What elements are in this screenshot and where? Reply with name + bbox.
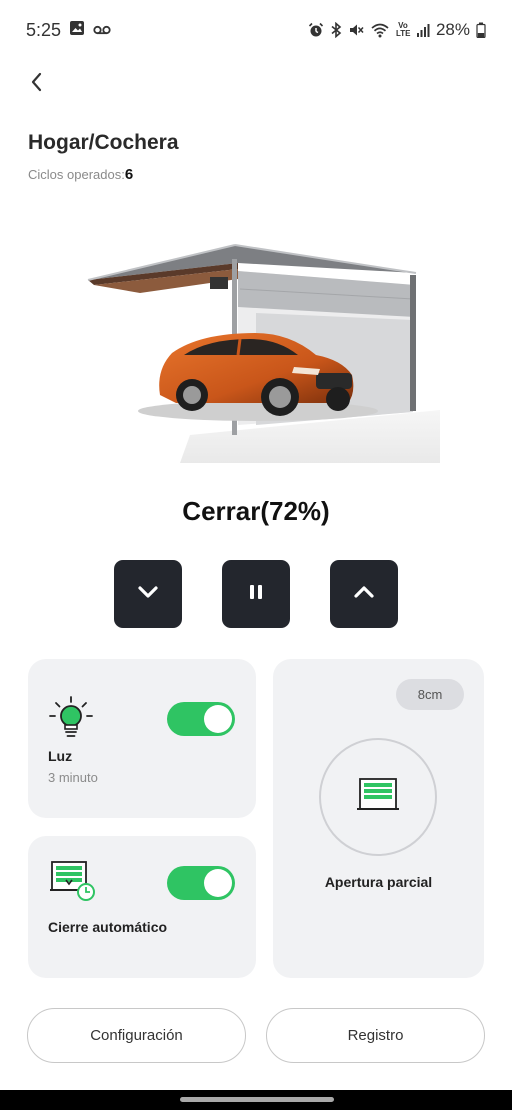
chevron-down-icon — [136, 584, 160, 605]
light-card[interactable]: Luz 3 minuto — [28, 659, 256, 818]
door-status-text: Cerrar(72%) — [182, 496, 330, 526]
partial-distance-badge[interactable]: 8cm — [396, 679, 464, 710]
battery-text: 28% — [435, 20, 470, 39]
bluetooth-icon — [330, 22, 342, 38]
voicemail-icon — [93, 20, 111, 41]
auto-close-label: Cierre automático — [48, 919, 168, 935]
light-bulb-icon — [48, 695, 94, 746]
close-door-button[interactable] — [114, 560, 182, 628]
chevron-left-icon — [29, 71, 43, 98]
pause-door-button[interactable] — [222, 560, 290, 628]
light-duration: 3 minuto — [48, 770, 98, 785]
signal-icon — [416, 22, 430, 38]
auto-close-icon — [50, 860, 96, 907]
home-handle[interactable] — [180, 1097, 334, 1102]
status-time: 5:25 — [26, 19, 62, 40]
partial-opening-button[interactable] — [319, 738, 437, 856]
pause-icon — [246, 582, 266, 607]
cycles-value: 6 — [124, 166, 134, 183]
cycles-label: Ciclos operados: — [28, 167, 125, 182]
light-toggle[interactable] — [167, 702, 235, 736]
configuration-button[interactable]: Configuración — [27, 1008, 246, 1063]
image-icon — [69, 20, 85, 41]
light-label: Luz — [48, 748, 73, 764]
auto-close-card[interactable]: Cierre automático — [28, 836, 256, 978]
page-title: Hogar/Cochera — [28, 131, 179, 154]
wifi-icon — [370, 22, 390, 38]
system-nav-bar — [0, 1090, 512, 1110]
auto-close-toggle[interactable] — [167, 866, 235, 900]
cycles-counter: Ciclos operados:6 — [28, 166, 133, 183]
volte-label: Vo LTE — [395, 21, 411, 38]
chevron-up-icon — [352, 584, 376, 605]
log-button[interactable]: Registro — [266, 1008, 485, 1063]
partial-opening-label: Apertura parcial — [324, 874, 433, 890]
light-toggle-knob — [204, 705, 232, 733]
back-button[interactable] — [20, 68, 52, 100]
status-bar: 5:25 Vo LTE 28% — [0, 0, 512, 60]
volte-icon: Vo LTE — [395, 21, 411, 38]
partial-opening-card[interactable]: 8cm Apertura parcial — [273, 659, 484, 978]
alarm-icon — [308, 22, 324, 38]
battery-icon — [476, 22, 486, 38]
open-door-button[interactable] — [330, 560, 398, 628]
garage-illustration — [80, 235, 440, 463]
garage-door-icon — [357, 777, 399, 818]
mute-icon — [348, 22, 364, 38]
auto-close-toggle-knob — [204, 869, 232, 897]
